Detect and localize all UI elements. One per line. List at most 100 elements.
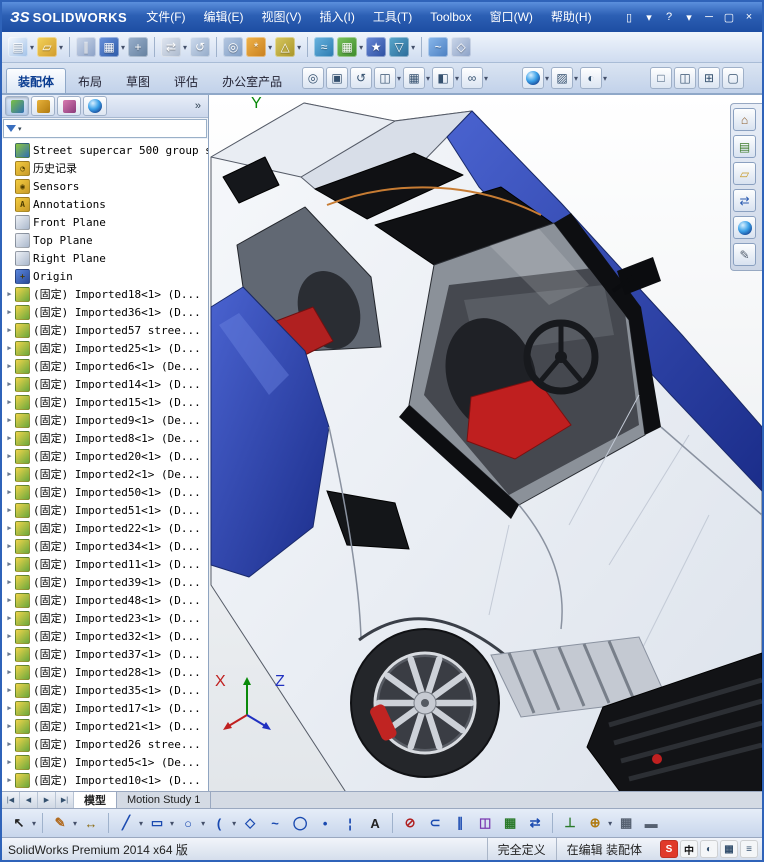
sketch-tool-icon[interactable]: ✎ (49, 812, 71, 834)
fullscreen-icon[interactable]: ▢ (722, 67, 744, 89)
tree-item-component[interactable]: ▶ (固定) Imported15<1> (D... (4, 393, 208, 411)
quick-new-dropdown-icon[interactable]: ▾ (640, 8, 658, 26)
convert-entities-icon[interactable]: ⊂ (424, 812, 446, 834)
tree-item-sensors[interactable]: ◉ Sensors (4, 177, 208, 195)
tree-expander-icon[interactable]: ▶ (4, 596, 15, 604)
ruler-icon[interactable]: ▬ (640, 812, 662, 834)
section-view-icon-dropdown[interactable]: ▾ (397, 74, 401, 83)
prev-tab-button[interactable]: ◀ (20, 792, 38, 808)
tree-item-component[interactable]: ▶ (固定) Imported9<1> (De... (4, 411, 208, 429)
text-icon[interactable]: A (364, 812, 386, 834)
display-style-icon[interactable]: ◧ (432, 67, 455, 89)
edit-appearance-icon[interactable] (522, 67, 544, 89)
tree-expander-icon[interactable]: ▶ (4, 758, 15, 766)
previous-view-icon[interactable]: ↺ (350, 67, 372, 89)
tree-expander-icon[interactable]: ▶ (4, 686, 15, 694)
tree-expander-icon[interactable]: ▶ (4, 578, 15, 586)
file-explorer-icon[interactable]: ▱ (733, 162, 756, 185)
spline-icon[interactable]: ~ (264, 812, 286, 834)
tree-expander-icon[interactable]: ▶ (4, 362, 15, 370)
tree-item-component[interactable]: ▶ (固定) Imported25<1> (D... (4, 339, 208, 357)
tree-item-history[interactable]: ◔ 历史记录 (4, 159, 208, 177)
tree-expander-icon[interactable]: ▶ (4, 290, 15, 298)
tree-item-component[interactable]: ▶ (固定) Imported11<1> (D... (4, 555, 208, 573)
linear-sketch-pattern-icon[interactable]: ▦ (499, 812, 521, 834)
tree-item-component[interactable]: ▶ (固定) Imported28<1> (D... (4, 663, 208, 681)
tree-expander-icon[interactable]: ▶ (4, 614, 15, 622)
help-dropdown-icon[interactable]: ▾ (680, 8, 698, 26)
restore-button[interactable]: ▢ (720, 8, 738, 26)
tree-item-component[interactable]: ▶ (固定) Imported18<1> (D... (4, 285, 208, 303)
polygon-icon[interactable]: ◇ (239, 812, 261, 834)
tree-item-component[interactable]: ▶ (固定) Imported32<1> (D... (4, 627, 208, 645)
tab-布局[interactable]: 布局 (66, 68, 114, 93)
tree-expander-icon[interactable]: ▶ (4, 704, 15, 712)
doc-tab-模型[interactable]: 模型 (74, 792, 117, 808)
move-component-icon[interactable]: ⇄ (161, 37, 182, 57)
ime-chinese-mode-icon[interactable]: 中 (680, 840, 698, 858)
minimize-button[interactable]: ─ (700, 8, 718, 26)
solidworks-resources-icon[interactable]: ⌂ (733, 108, 756, 131)
menu-item-1[interactable]: 编辑(E) (195, 2, 253, 32)
line-icon-dropdown[interactable]: ▾ (139, 819, 143, 828)
tree-item-component[interactable]: ▶ (固定) Imported57 stree... (4, 321, 208, 339)
tree-item-component[interactable]: ▶ (固定) Imported17<1> (D... (4, 699, 208, 717)
zoom-to-fit-icon[interactable]: ◎ (302, 67, 324, 89)
select-tool-icon-dropdown[interactable]: ▾ (32, 819, 36, 828)
apply-scene-icon[interactable]: ▨ (551, 67, 574, 89)
menu-item-3[interactable]: 插入(I) (311, 2, 364, 32)
tree-expander-icon[interactable]: ▶ (4, 416, 15, 424)
tree-expander-icon[interactable]: ▶ (4, 398, 15, 406)
hide-show-items-icon[interactable]: ∞ (461, 67, 484, 89)
configurationmanager-tab[interactable] (57, 96, 81, 116)
interference-detection-icon[interactable]: ▽ (389, 37, 410, 57)
tree-item-component[interactable]: ▶ (固定) Imported39<1> (D... (4, 573, 208, 591)
reference-geometry-icon-dropdown[interactable]: ▾ (297, 43, 301, 52)
tree-expander-icon[interactable]: ▶ (4, 308, 15, 316)
apply-scene-icon-dropdown[interactable]: ▾ (574, 74, 578, 83)
assembly-features-icon[interactable]: * (246, 37, 267, 57)
linear-component-pattern-icon[interactable]: ▦ (99, 37, 120, 57)
interference-detection-icon-dropdown[interactable]: ▾ (411, 43, 415, 52)
tree-expander-icon[interactable]: ▶ (4, 452, 15, 460)
mate-icon[interactable]: ∥ (76, 37, 97, 57)
tree-item-component[interactable]: ▶ (固定) Imported34<1> (D... (4, 537, 208, 555)
tab-办公室产品[interactable]: 办公室产品 (210, 68, 294, 93)
quick-snaps-icon[interactable]: ⊕ (584, 812, 606, 834)
tree-item-component[interactable]: ▶ (固定) Imported48<1> (D... (4, 591, 208, 609)
ime-halfwidth-icon[interactable]: ◐ (700, 840, 718, 858)
tree-expander-icon[interactable]: ▶ (4, 668, 15, 676)
large-design-review-icon[interactable]: ◇ (451, 37, 472, 57)
menu-item-6[interactable]: 窗口(W) (481, 2, 542, 32)
tree-item-component[interactable]: ▶ (固定) Imported50<1> (D... (4, 483, 208, 501)
quick-snaps-icon-dropdown[interactable]: ▾ (608, 819, 612, 828)
new-motion-study-icon[interactable]: ≈ (314, 37, 335, 57)
menu-item-7[interactable]: 帮助(H) (542, 2, 601, 32)
tree-expander-icon[interactable]: ▶ (4, 650, 15, 658)
rotate-component-icon[interactable]: ↺ (190, 37, 211, 57)
instant3d-icon[interactable]: ~ (428, 37, 449, 57)
display-relations-icon[interactable]: ⊥ (559, 812, 581, 834)
arc-icon[interactable]: ( (208, 812, 230, 834)
tree-expander-icon[interactable]: ▶ (4, 380, 15, 388)
tree-item-plane[interactable]: Right Plane (4, 249, 208, 267)
help-icon[interactable]: ? (660, 8, 678, 26)
tab-草图[interactable]: 草图 (114, 68, 162, 93)
tree-item-component[interactable]: ▶ (固定) Imported10<1> (D... (4, 771, 208, 789)
rectangle-icon[interactable]: ▭ (146, 812, 168, 834)
tree-item-component[interactable]: ▶ (固定) Imported20<1> (D... (4, 447, 208, 465)
tree-expander-icon[interactable]: ▶ (4, 326, 15, 334)
tree-item-component[interactable]: ▶ (固定) Imported26 stree... (4, 735, 208, 753)
tree-item-plane[interactable]: Top Plane (4, 231, 208, 249)
hide-show-items-icon-dropdown[interactable]: ▾ (484, 74, 488, 83)
tree-expander-icon[interactable]: ▶ (4, 506, 15, 514)
tree-expander-icon[interactable]: ▶ (4, 632, 15, 640)
point-icon[interactable]: • (314, 812, 336, 834)
smart-fasteners-icon[interactable]: + (128, 37, 149, 57)
exploded-view-icon[interactable]: ★ (366, 37, 387, 57)
tab-装配体[interactable]: 装配体 (6, 68, 67, 93)
propertymanager-tab[interactable] (31, 96, 55, 116)
offset-entities-icon[interactable]: ∥ (449, 812, 471, 834)
sogou-input-icon[interactable]: S (660, 840, 678, 858)
first-tab-button[interactable]: |◀ (2, 792, 20, 808)
